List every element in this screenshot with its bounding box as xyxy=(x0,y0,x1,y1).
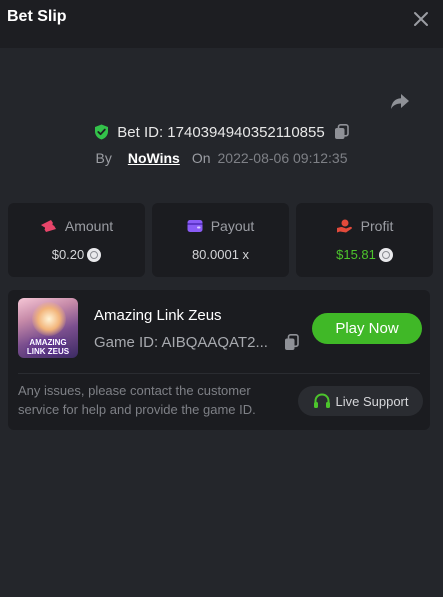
bet-id: Bet ID: 1740394940352110855 xyxy=(117,123,325,141)
profit-card: Profit $15.81 xyxy=(296,203,433,277)
game-thumbnail[interactable]: AMAZING LINK ZEUS xyxy=(18,298,78,358)
bet-id-row: Bet ID: 1740394940352110855 xyxy=(0,121,443,143)
wallet-icon xyxy=(187,220,203,232)
headset-icon xyxy=(313,392,330,408)
amount-value: $0.20 xyxy=(51,247,85,262)
game-name: Amazing Link Zeus xyxy=(94,307,222,324)
payout-value: 80.0001 x xyxy=(191,247,250,262)
thumbnail-art xyxy=(32,302,66,336)
thumbnail-title-line1: AMAZING xyxy=(29,338,67,347)
thumbnail-title-line2: LINK ZEUS xyxy=(26,347,70,356)
shield-check-icon xyxy=(95,124,109,140)
ticket-icon xyxy=(40,220,56,232)
bet-author-row: By NoWins On 2022-08-06 09:12:35 xyxy=(0,148,443,168)
amount-label: Amount xyxy=(64,218,114,234)
coin-icon xyxy=(378,247,393,262)
page-title: Bet Slip xyxy=(7,8,67,25)
hand-coin-icon xyxy=(336,219,352,232)
profit-label: Profit xyxy=(360,218,394,234)
divider xyxy=(18,373,420,374)
header-bar: Bet Slip xyxy=(0,0,443,48)
close-icon[interactable] xyxy=(412,10,430,28)
bet-datetime: 2022-08-06 09:12:35 xyxy=(217,150,348,166)
play-now-button[interactable]: Play Now xyxy=(312,313,422,344)
live-support-button[interactable]: Live Support xyxy=(298,386,423,416)
payout-card: Payout 80.0001 x xyxy=(152,203,289,277)
copy-icon[interactable] xyxy=(334,124,349,140)
live-support-label: Live Support xyxy=(335,393,409,409)
game-id: Game ID: AIBQAAQAT2... xyxy=(94,334,268,351)
by-label: By xyxy=(95,150,112,166)
game-card: AMAZING LINK ZEUS Amazing Link Zeus Game… xyxy=(8,290,430,430)
on-label: On xyxy=(191,150,211,166)
amount-card: Amount $0.20 xyxy=(8,203,145,277)
username-link[interactable]: NoWins xyxy=(128,150,180,166)
payout-label: Payout xyxy=(210,218,255,234)
share-icon[interactable] xyxy=(389,90,411,112)
support-note: Any issues, please contact the customer … xyxy=(18,383,256,417)
coin-icon xyxy=(87,247,102,262)
copy-icon[interactable] xyxy=(284,334,299,351)
profit-value: $15.81 xyxy=(336,247,376,262)
